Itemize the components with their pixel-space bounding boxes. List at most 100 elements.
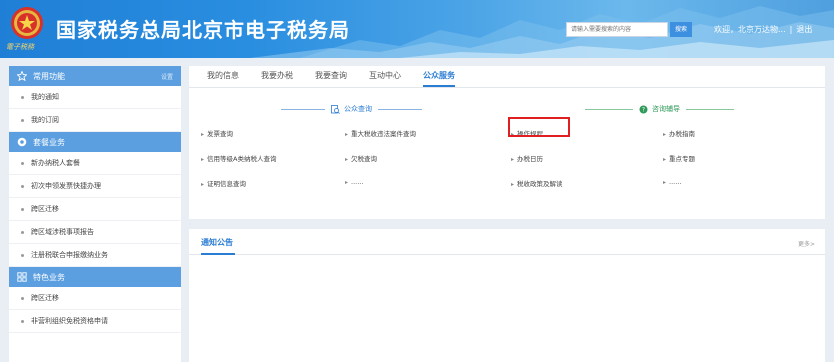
bullet-icon xyxy=(21,118,24,122)
link-more-query[interactable]: ▸...... xyxy=(345,178,363,186)
sidebar-item-label: 跨区迁移 xyxy=(31,294,59,302)
link-label: 发票查询 xyxy=(207,130,234,138)
chevron-right-icon: ▸ xyxy=(663,179,667,186)
link-tax-policy[interactable]: ▸ 税收政策及解读 xyxy=(511,178,563,188)
link-invoice-query[interactable]: ▸ 发票查询 xyxy=(201,128,233,138)
sidebar-section-title: 常用功能 xyxy=(33,71,65,81)
sidebar: 常用功能 设置 我的通知 我的订阅 套餐业务 新办纳税人套餐 初次申领发票快捷办… xyxy=(9,66,181,362)
link-tax-guide[interactable]: ▸ 办税指南 xyxy=(663,128,695,138)
link-certificate-query[interactable]: ▸ 证明信息查询 xyxy=(201,178,246,188)
link-label: 重大税收违法案件查询 xyxy=(351,130,417,138)
link-label: 办税日历 xyxy=(517,155,544,163)
package-icon xyxy=(17,137,27,147)
link-tax-calendar[interactable]: ▸ 办税日历 xyxy=(511,153,543,163)
chevron-right-icon: ▸ xyxy=(663,131,667,138)
link-more-consult[interactable]: ▸...... xyxy=(663,178,681,186)
notice-header: 通知公告 更多> xyxy=(189,229,825,255)
consult-title: ? 咨询辅导 xyxy=(639,104,680,114)
link-label: 办税指南 xyxy=(669,130,696,138)
notice-title[interactable]: 通知公告 xyxy=(201,237,233,248)
link-label: ...... xyxy=(669,178,682,186)
sidebar-item-cross-region-move[interactable]: 跨区迁移 xyxy=(9,198,181,221)
chevron-right-icon: ▸ xyxy=(511,181,515,188)
public-query-title: 公众查询 xyxy=(331,104,372,114)
sidebar-item-my-notices[interactable]: 我的通知 xyxy=(9,86,181,109)
link-key-topics[interactable]: ▸ 重点专题 xyxy=(663,153,695,163)
sidebar-item-label: 我的订阅 xyxy=(31,116,59,124)
link-label: 欠税查询 xyxy=(351,155,378,163)
tab-file-tax[interactable]: 我要办税 xyxy=(261,65,293,87)
public-query-header: 公众查询 xyxy=(281,104,422,114)
site-title: 国家税务总局北京市电子税务局 xyxy=(56,18,350,42)
bullet-icon xyxy=(21,253,24,257)
sidebar-item-label: 跨区域涉税事项报告 xyxy=(31,228,94,236)
link-credit-a-query[interactable]: ▸ 信用等级A类纳税人查询 xyxy=(201,153,276,163)
link-label: 税收政策及解读 xyxy=(517,180,563,188)
sidebar-item-label: 注册税联合申报缴纳业务 xyxy=(31,251,108,259)
bullet-icon xyxy=(21,184,24,188)
divider xyxy=(686,108,734,110)
logout-link[interactable]: 退出 xyxy=(796,25,812,34)
tab-public-service[interactable]: 公众服务 xyxy=(423,65,455,87)
star-icon xyxy=(17,71,27,81)
grid-icon xyxy=(17,272,27,282)
divider xyxy=(281,108,325,110)
sidebar-item-cross-region-report[interactable]: 跨区域涉税事项报告 xyxy=(9,221,181,244)
notice-more-link[interactable]: 更多> xyxy=(798,239,815,248)
consult-header: ? 咨询辅导 xyxy=(585,104,734,114)
chevron-right-icon: ▸ xyxy=(345,131,349,138)
main-tabs: 我的信息 我要办税 我要查询 互动中心 公众服务 xyxy=(189,66,825,88)
sidebar-item-new-taxpayer[interactable]: 新办纳税人套餐 xyxy=(9,152,181,175)
search-input[interactable] xyxy=(566,22,668,37)
chevron-right-icon: ▸ xyxy=(511,156,515,163)
sidebar-item-first-invoice[interactable]: 初次申领发票快捷办理 xyxy=(9,175,181,198)
settings-link[interactable]: 设置 xyxy=(161,72,173,81)
divider xyxy=(585,108,633,110)
bullet-icon xyxy=(21,161,24,165)
sidebar-section-special[interactable]: 特色业务 xyxy=(9,267,181,287)
bullet-icon xyxy=(21,230,24,234)
sidebar-item-label: 跨区迁移 xyxy=(31,205,59,213)
tab-interaction[interactable]: 互动中心 xyxy=(369,65,401,87)
sidebar-item-joint-declaration[interactable]: 注册税联合申报缴纳业务 xyxy=(9,244,181,267)
public-query-label: 公众查询 xyxy=(344,105,372,113)
link-label: ...... xyxy=(351,178,364,186)
sidebar-section-title: 特色业务 xyxy=(33,272,65,282)
chevron-right-icon: ▸ xyxy=(345,179,349,186)
sidebar-item-label: 初次申领发票快捷办理 xyxy=(31,182,101,190)
tab-my-info[interactable]: 我的信息 xyxy=(207,65,239,87)
sidebar-item-label: 新办纳税人套餐 xyxy=(31,159,80,167)
link-tax-arrears-query[interactable]: ▸ 欠税查询 xyxy=(345,153,377,163)
services-panel: 我的信息 我要办税 我要查询 互动中心 公众服务 公众查询 ? 咨询辅导 ▸ 发票… xyxy=(189,66,825,219)
link-label: 信用等级A类纳税人查询 xyxy=(207,155,277,163)
link-violation-query[interactable]: ▸ 重大税收违法案件查询 xyxy=(345,128,416,138)
sidebar-item-label: 我的通知 xyxy=(31,93,59,101)
sidebar-item-nonprofit-exemption[interactable]: 非营利组织免税资格申请 xyxy=(9,310,181,333)
link-label: 重点专题 xyxy=(669,155,696,163)
national-emblem-icon xyxy=(11,7,43,39)
bullet-icon xyxy=(21,95,24,99)
sidebar-item-label: 非营利组织免税资格申请 xyxy=(31,317,108,325)
sidebar-section-common[interactable]: 常用功能 设置 xyxy=(9,66,181,86)
user-welcome: 欢迎，北京万达物... | 退出 xyxy=(714,25,813,34)
sidebar-item-my-subscriptions[interactable]: 我的订阅 xyxy=(9,109,181,132)
tab-query[interactable]: 我要查询 xyxy=(315,65,347,87)
sidebar-item-cross-region-move-2[interactable]: 跨区迁移 xyxy=(9,287,181,310)
link-label: 证明信息查询 xyxy=(207,180,247,188)
sidebar-section-package[interactable]: 套餐业务 xyxy=(9,132,181,152)
svg-text:?: ? xyxy=(642,106,645,113)
search-button[interactable]: 搜索 xyxy=(670,22,692,37)
highlight-box xyxy=(508,117,570,137)
welcome-text[interactable]: 欢迎，北京万达物... xyxy=(714,25,786,34)
consult-label: 咨询辅导 xyxy=(652,105,680,113)
chevron-right-icon: ▸ xyxy=(663,156,667,163)
chevron-right-icon: ▸ xyxy=(201,131,205,138)
emblem-caption: 電子税務 xyxy=(6,43,34,51)
bullet-icon xyxy=(21,296,24,300)
notice-panel: 通知公告 更多> xyxy=(189,229,825,362)
bullet-icon xyxy=(21,207,24,211)
search-doc-icon xyxy=(331,104,340,114)
support-icon: ? xyxy=(639,105,648,113)
header-banner: 電子税務 国家税务总局北京市电子税务局 搜索 欢迎，北京万达物...|退出 xyxy=(0,0,834,58)
bullet-icon xyxy=(21,319,24,323)
